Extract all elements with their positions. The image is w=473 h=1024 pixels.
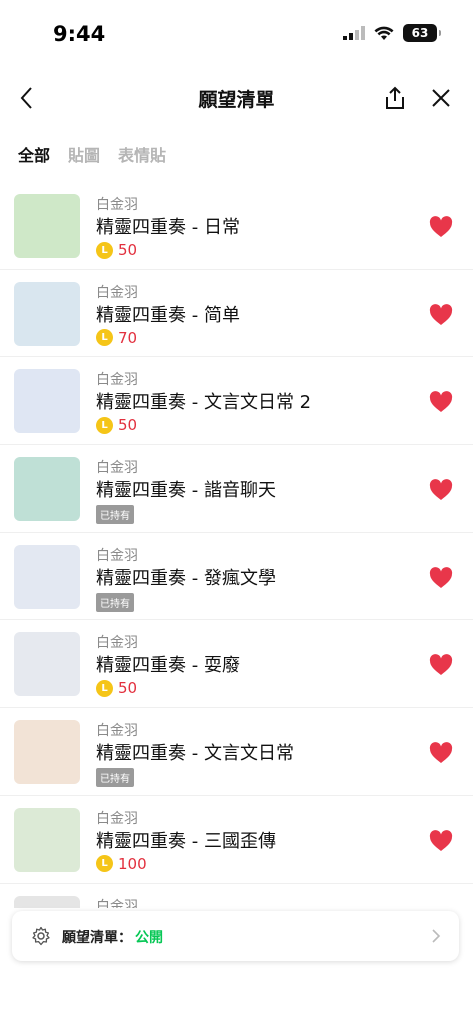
item-title: 精靈四重奏 - 耍廢 (96, 655, 240, 677)
battery-indicator: 63 (403, 24, 441, 42)
heart-icon[interactable] (429, 479, 453, 501)
sticker-thumbnail (14, 807, 80, 872)
item-price: L 100 (96, 855, 147, 873)
item-author: 白金羽 (96, 898, 138, 909)
sticker-thumbnail (14, 457, 80, 522)
tab-all[interactable]: 全部 (18, 142, 50, 166)
status-icons: 63 (343, 24, 441, 42)
list-item[interactable]: 白金羽精靈四重奏 - 諧音聊天 已持有 (0, 445, 473, 533)
item-title: 精靈四重奏 - 發瘋文學 (96, 567, 276, 589)
sticker-thumbnail (14, 632, 80, 697)
list-item[interactable]: 白金羽精靈四重奏 - 發瘋文學 已持有 (0, 533, 473, 621)
list-item[interactable]: 白金羽精靈四重奏 - 三國歪傳 L 100 (0, 796, 473, 884)
sticker-thumbnail (14, 544, 80, 609)
close-button[interactable] (425, 82, 457, 114)
item-author: 白金羽 (96, 284, 138, 301)
coin-icon: L (96, 241, 113, 259)
item-title: 精靈四重奏 - 諧音聊天 (96, 480, 276, 502)
item-author: 白金羽 (96, 723, 138, 740)
item-price: L 70 (96, 329, 137, 347)
filter-tabs: 全部 貼圖 表情貼 (18, 142, 166, 166)
item-author: 白金羽 (96, 635, 138, 652)
sticker-thumbnail (14, 194, 80, 258)
price-value: 50 (118, 416, 138, 435)
signal-icon (343, 26, 365, 40)
item-title: 精靈四重奏 - 三國歪傳 (96, 830, 276, 852)
coin-icon: L (96, 329, 113, 347)
list-item[interactable]: 白金羽精靈四重奏 - 简单 L 70 (0, 270, 473, 358)
heart-icon[interactable] (429, 391, 453, 413)
owned-badge: 已持有 (96, 768, 134, 788)
price-value: 100 (118, 854, 147, 873)
wishlist-list: 白金羽 精靈四重奏 - 日常 L 50 白金羽 精靈四重奏 - 简单 L 70 白金羽 精靈四重奏… (0, 182, 473, 908)
price-value: 70 (118, 328, 138, 347)
status-bar: 9:44 63 (0, 0, 473, 64)
heart-icon[interactable] (429, 303, 453, 326)
owned-badge: 已持有 (96, 505, 134, 525)
heart-icon[interactable] (429, 829, 453, 852)
item-title: 精靈四重奏 - 简单 (96, 304, 240, 326)
sticker-thumbnail (14, 281, 80, 346)
nav-bar: 願望清單 (0, 72, 473, 124)
tab-stickers[interactable]: 貼圖 (68, 142, 100, 166)
price-value: 50 (118, 241, 138, 259)
item-price: L 50 (96, 416, 137, 434)
wifi-icon (374, 26, 394, 40)
status-time: 9:44 (53, 22, 106, 46)
item-author: 白金羽 (96, 460, 138, 477)
share-button[interactable] (379, 82, 411, 114)
heart-icon[interactable] (429, 566, 453, 589)
coin-icon: L (96, 679, 113, 697)
item-price: L 50 (96, 679, 137, 697)
item-author: 白金羽 (96, 547, 138, 564)
list-item[interactable]: 白金羽精靈四重奏 - 文言文日常 2 L 50 (0, 357, 473, 446)
item-title: 精靈四重奏 - 日常 (96, 217, 240, 238)
item-title: 精靈四重奏 - 文言文日常 (96, 743, 294, 765)
coin-icon: L (96, 416, 113, 434)
wishlist-visibility-bar[interactable]: 願望清單： 公開 (12, 911, 459, 961)
price-value: 50 (118, 679, 138, 698)
close-icon (432, 89, 450, 107)
gear-icon (32, 926, 50, 946)
sticker-thumbnail (14, 895, 80, 908)
item-price: L 50 (96, 241, 137, 259)
wishlist-visibility-label: 願望清單： (62, 930, 132, 946)
coin-icon: L (96, 855, 113, 873)
wishlist-visibility-value: 公開 (135, 930, 163, 946)
owned-badge: 已持有 (96, 592, 134, 612)
list-item[interactable]: 白金羽精靈四重奏 - 耍廢 L 50 (0, 620, 473, 709)
item-title: 精靈四重奏 - 文言文日常 2 (96, 392, 312, 414)
item-author: 白金羽 (96, 810, 138, 827)
heart-icon[interactable] (429, 654, 453, 676)
chevron-right-icon (432, 929, 441, 943)
list-item[interactable]: 白金羽精靈四重奏 - 日常 L 50 (0, 182, 473, 270)
share-icon (386, 86, 404, 109)
item-author: 白金羽 (96, 372, 138, 389)
sticker-thumbnail (14, 720, 80, 785)
list-item[interactable]: 白金羽 (0, 884, 473, 909)
list-item[interactable]: 白金羽精靈四重奏 - 文言文日常 已持有 (0, 708, 473, 796)
heart-icon[interactable] (429, 216, 453, 238)
sticker-thumbnail (14, 369, 80, 434)
item-author: 白金羽 (96, 197, 138, 213)
heart-icon[interactable] (429, 742, 453, 764)
tab-emoji[interactable]: 表情貼 (118, 142, 166, 166)
